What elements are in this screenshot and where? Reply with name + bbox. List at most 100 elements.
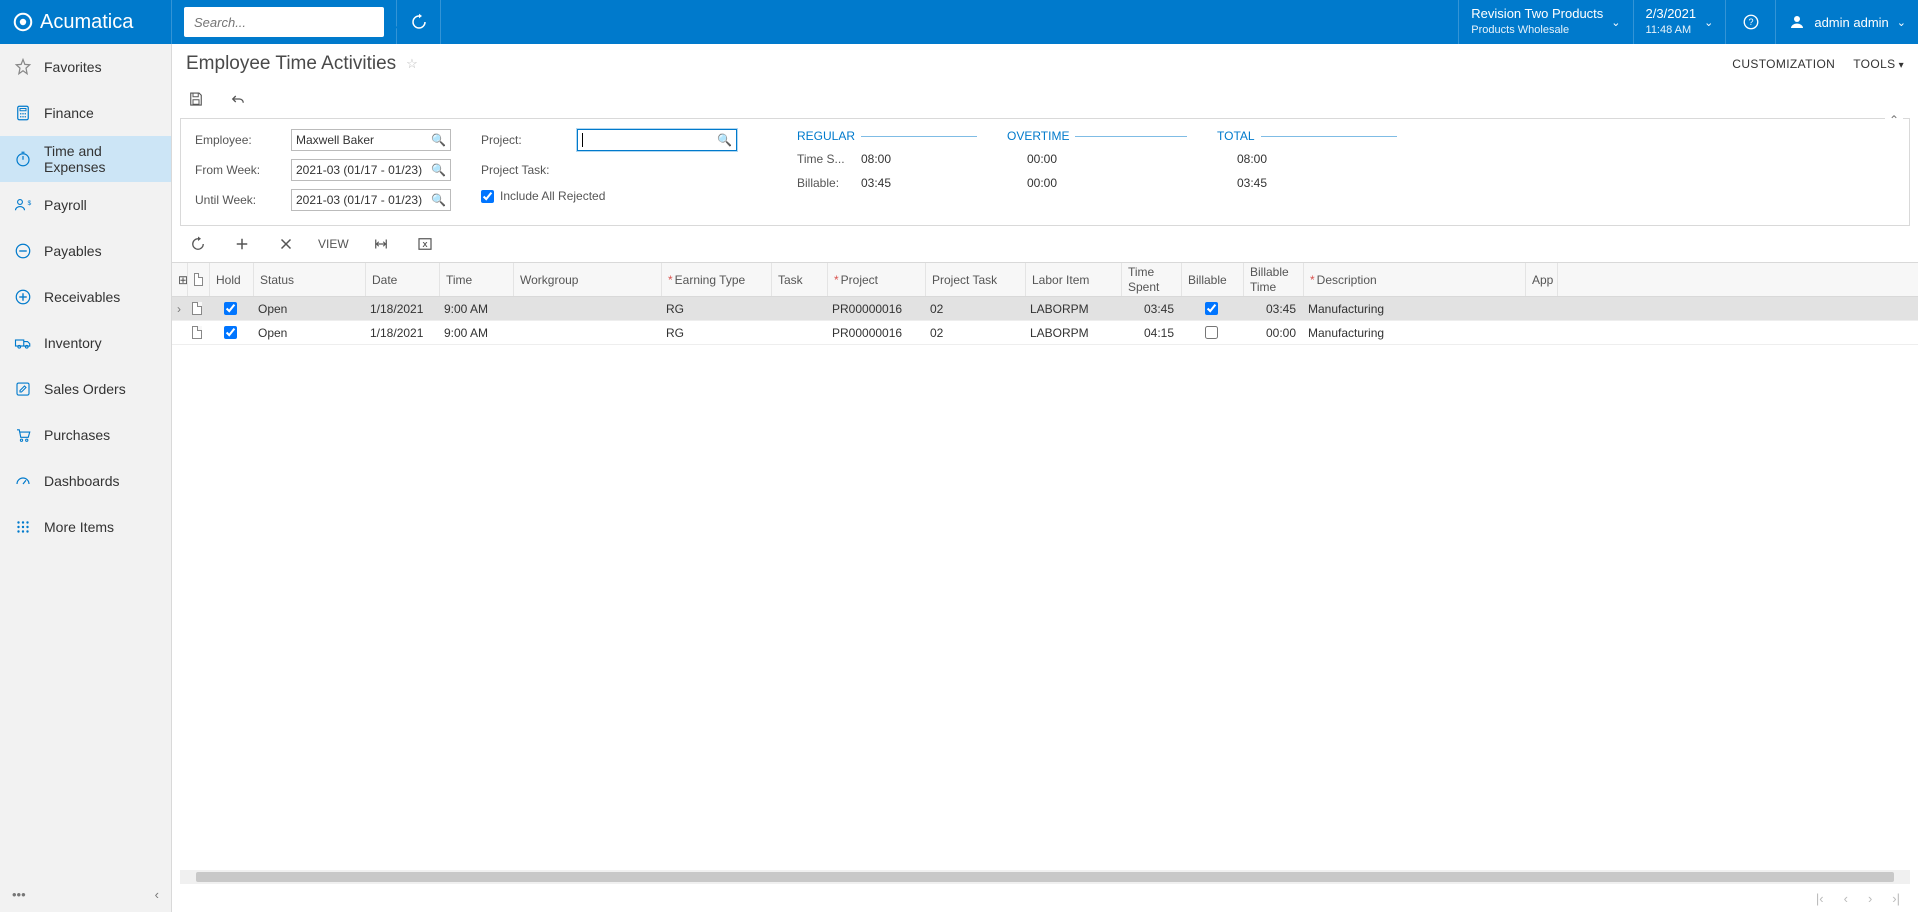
search-box[interactable] — [184, 7, 384, 37]
billable-time-cell[interactable]: 03:45 — [1242, 302, 1302, 316]
grid-export-excel-button[interactable]: X — [413, 232, 437, 256]
col-project[interactable]: Project — [828, 263, 926, 296]
project-cell[interactable]: PR00000016 — [826, 326, 924, 340]
lookup-icon[interactable]: 🔍 — [431, 193, 446, 207]
sidebar-item-dashboards[interactable]: Dashboards — [0, 458, 171, 504]
time-spent-cell[interactable]: 04:15 — [1120, 326, 1180, 340]
until-week-field[interactable]: 2021-03 (01/17 - 01/23) 🔍 — [291, 189, 451, 211]
files-cell[interactable] — [186, 302, 208, 315]
brand-logo[interactable]: Acumatica — [0, 0, 172, 44]
col-project-task[interactable]: Project Task — [926, 263, 1026, 296]
project-field[interactable]: 🔍 — [577, 129, 737, 151]
labor-cell[interactable]: LABORPM — [1024, 326, 1120, 340]
col-earning-type[interactable]: Earning Type — [662, 263, 772, 296]
col-files[interactable] — [188, 263, 210, 296]
status-cell[interactable]: Open — [252, 302, 364, 316]
files-cell[interactable] — [186, 326, 208, 339]
hold-cell[interactable] — [208, 302, 252, 315]
billable-time-cell[interactable]: 00:00 — [1242, 326, 1302, 340]
employee-value: Maxwell Baker — [296, 133, 374, 147]
lookup-icon[interactable]: 🔍 — [717, 133, 732, 147]
project-task-cell[interactable]: 02 — [924, 326, 1024, 340]
lookup-icon[interactable]: 🔍 — [431, 133, 446, 147]
from-week-field[interactable]: 2021-03 (01/17 - 01/23) 🔍 — [291, 159, 451, 181]
grid-add-button[interactable] — [230, 232, 254, 256]
grid-fit-columns-button[interactable] — [369, 232, 393, 256]
favorite-toggle[interactable]: ☆ — [406, 56, 418, 72]
col-hold[interactable]: Hold — [210, 263, 254, 296]
business-date[interactable]: 2/3/2021 11:48 AM ⌄ — [1633, 0, 1726, 44]
ellipsis-button[interactable]: ••• — [12, 887, 26, 902]
time-cell[interactable]: 9:00 AM — [438, 302, 512, 316]
sidebar-item-payables[interactable]: Payables — [0, 228, 171, 274]
until-week-label: Until Week: — [195, 193, 291, 207]
col-time[interactable]: Time — [440, 263, 514, 296]
pager-prev[interactable]: ‹ — [1844, 891, 1848, 906]
sidebar-item-purchases[interactable]: Purchases — [0, 412, 171, 458]
hold-cell[interactable] — [208, 326, 252, 339]
col-workgroup[interactable]: Workgroup — [514, 263, 662, 296]
table-row[interactable]: Open1/18/20219:00 AM RG PR0000001602LABORP… — [172, 321, 1918, 345]
include-rejected-checkbox[interactable] — [481, 190, 494, 203]
horizontal-scrollbar[interactable] — [180, 870, 1910, 884]
col-selector[interactable]: ⊞ — [172, 263, 188, 296]
pager-next[interactable]: › — [1868, 891, 1872, 906]
collapse-sidebar-button[interactable]: ‹ — [155, 887, 159, 902]
sidebar-item-receivables[interactable]: Receivables — [0, 274, 171, 320]
description-cell[interactable]: Manufacturing — [1302, 302, 1524, 316]
tools-menu[interactable]: TOOLS — [1853, 57, 1904, 71]
project-cell[interactable]: PR00000016 — [826, 302, 924, 316]
table-row[interactable]: ›Open1/18/20219:00 AMRGPR0000001602LABOR… — [172, 297, 1918, 321]
sidebar-item-more[interactable]: More Items — [0, 504, 171, 550]
grid-refresh-button[interactable] — [186, 232, 210, 256]
lookup-icon[interactable]: 🔍 — [431, 163, 446, 177]
sidebar-item-favorites[interactable]: Favorites — [0, 44, 171, 90]
sidebar-item-inventory[interactable]: Inventory — [0, 320, 171, 366]
pager-first[interactable]: |‹ — [1816, 891, 1824, 906]
stat-label: Time S... — [797, 152, 855, 166]
col-billable-time[interactable]: BillableTime — [1244, 263, 1304, 296]
time-cell[interactable]: 9:00 AM — [438, 326, 512, 340]
col-billable[interactable]: Billable — [1182, 263, 1244, 296]
save-button[interactable] — [184, 87, 208, 111]
project-task-label: Project Task: — [481, 163, 577, 177]
acumatica-icon — [12, 11, 34, 33]
date-cell[interactable]: 1/18/2021 — [364, 302, 438, 316]
col-description[interactable]: Description — [1304, 263, 1526, 296]
sidebar-item-payroll[interactable]: $ Payroll — [0, 182, 171, 228]
grid-delete-button[interactable] — [274, 232, 298, 256]
col-labor-item[interactable]: Labor Item — [1026, 263, 1122, 296]
grid-view-button[interactable]: VIEW — [318, 237, 349, 251]
refresh-button[interactable] — [397, 0, 441, 44]
employee-field[interactable]: Maxwell Baker 🔍 — [291, 129, 451, 151]
col-approver[interactable]: App — [1526, 263, 1558, 296]
sidebar-item-time-expenses[interactable]: Time and Expenses — [0, 136, 171, 182]
billable-cell[interactable] — [1180, 326, 1242, 339]
customization-link[interactable]: CUSTOMIZATION — [1732, 57, 1835, 71]
earning-cell[interactable]: RG — [660, 302, 770, 316]
company-selector[interactable]: Revision Two Products Products Wholesale… — [1458, 0, 1632, 44]
user-menu[interactable]: admin admin ⌄ — [1775, 0, 1918, 44]
project-task-cell[interactable]: 02 — [924, 302, 1024, 316]
sidebar-item-sales-orders[interactable]: Sales Orders — [0, 366, 171, 412]
status-cell[interactable]: Open — [252, 326, 364, 340]
billable-cell[interactable] — [1180, 302, 1242, 315]
labor-cell[interactable]: LABORPM — [1024, 302, 1120, 316]
time-spent-cell[interactable]: 03:45 — [1120, 302, 1180, 316]
help-button[interactable]: ? — [1725, 0, 1775, 44]
sidebar-item-finance[interactable]: Finance — [0, 90, 171, 136]
sidebar-item-label: Purchases — [44, 427, 110, 443]
col-time-spent[interactable]: TimeSpent — [1122, 263, 1182, 296]
description-cell[interactable]: Manufacturing — [1302, 326, 1524, 340]
earning-cell[interactable]: RG — [660, 326, 770, 340]
col-date[interactable]: Date — [366, 263, 440, 296]
col-task[interactable]: Task — [772, 263, 828, 296]
search-input[interactable] — [184, 15, 382, 30]
stopwatch-icon — [12, 148, 34, 170]
collapse-panel-button[interactable]: ⌃ — [1885, 113, 1903, 127]
pager: |‹ ‹ › ›| — [172, 884, 1918, 912]
col-status[interactable]: Status — [254, 263, 366, 296]
date-cell[interactable]: 1/18/2021 — [364, 326, 438, 340]
undo-button[interactable] — [226, 87, 250, 111]
pager-last[interactable]: ›| — [1892, 891, 1900, 906]
